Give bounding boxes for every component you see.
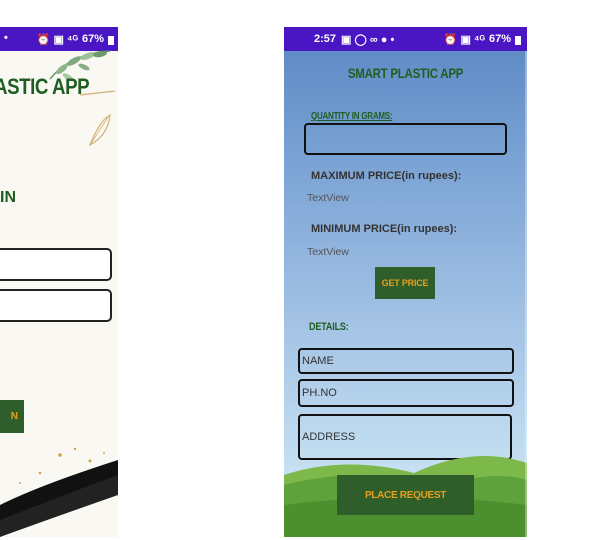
clock-text: 2:57 — [314, 33, 337, 45]
max-price-label: MAXIMUM PRICE(in rupees): — [311, 170, 462, 182]
right-phone-screen: 2:57 ▣ ◯ ∞ ● • ⏰ ▣ ⁴ᴳ 67% SMART PLASTIC … — [284, 27, 527, 537]
quantity-label: QUANTITY IN GRAMS: — [311, 111, 393, 122]
left-subheading: IN — [0, 189, 16, 206]
gold-leaf-decoration-icon — [79, 90, 116, 147]
phone-field[interactable]: PH.NO — [298, 379, 514, 407]
min-price-value: TextView — [307, 246, 349, 258]
details-label: DETAILS: — [309, 321, 349, 333]
notification-icons: ▣ ◯ ∞ ● • — [341, 33, 395, 46]
left-status-icons: ⏰ ▣ ⁴ᴳ — [36, 33, 78, 46]
left-battery-text: 67% — [81, 33, 104, 45]
left-action-button[interactable]: N — [0, 400, 24, 433]
left-status-bar: • ⏰ ▣ ⁴ᴳ 67% — [0, 27, 118, 51]
min-price-label: MINIMUM PRICE(in rupees): — [311, 223, 458, 235]
quantity-input[interactable] — [304, 123, 507, 155]
system-icons: ⏰ ▣ ⁴ᴳ — [443, 33, 485, 46]
right-status-bar: 2:57 ▣ ◯ ∞ ● • ⏰ ▣ ⁴ᴳ 67% — [284, 27, 527, 51]
battery-icon — [515, 35, 521, 45]
left-input-field-1[interactable] — [0, 248, 112, 281]
status-right-group: ⏰ ▣ ⁴ᴳ 67% — [444, 33, 521, 46]
get-price-button[interactable]: GET PRICE — [375, 267, 435, 299]
max-price-value: TextView — [307, 192, 349, 204]
name-field[interactable]: NAME — [298, 348, 514, 374]
battery-percent: 67% — [488, 33, 511, 45]
screen-edge — [525, 51, 527, 537]
brush-stroke-decoration-icon — [0, 447, 118, 537]
place-request-button[interactable]: PLACE REQUEST — [337, 475, 474, 515]
status-left-group: 2:57 ▣ ◯ ∞ ● • — [314, 33, 394, 46]
left-phone-screen: • ⏰ ▣ ⁴ᴳ 67% ASTIC APP IN N — [0, 27, 118, 537]
battery-icon — [108, 35, 114, 45]
app-title: SMART PLASTIC APP — [347, 65, 464, 81]
left-notification-dot: • — [4, 32, 8, 44]
left-input-field-2[interactable] — [0, 289, 112, 322]
